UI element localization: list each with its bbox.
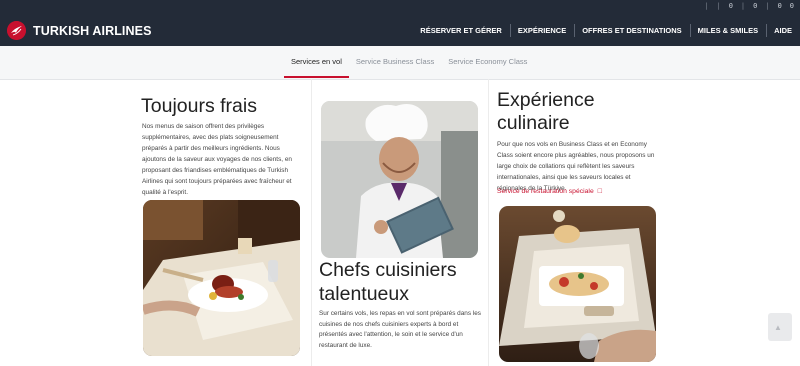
back-to-top-icon: ▲ [774, 323, 782, 332]
section-body-chefs: Sur certains vols, les repas en vol sont… [319, 310, 481, 350]
external-link-icon: □ [597, 188, 602, 195]
utility-separator: | [716, 2, 721, 10]
back-to-top-button[interactable]: ▲ [768, 313, 792, 341]
column-divider [311, 79, 312, 366]
utility-items: | | 0 | 0 | 0 0 [704, 2, 794, 10]
utility-separator: | [740, 2, 746, 10]
image-meal-tray-table [499, 206, 656, 362]
main-menu: RÉSERVER ET GÉRER EXPÉRIENCE OFFRES ET D… [412, 15, 800, 46]
turkish-airlines-logo-icon [7, 21, 26, 40]
tabs: Services en vol Service Business Class S… [284, 46, 534, 79]
section-title-fresh: Toujours frais [141, 95, 257, 117]
utility-bar: | | 0 | 0 | 0 0 [0, 0, 800, 15]
tab-business-class-service[interactable]: Service Business Class [349, 46, 441, 78]
image-chef-with-menu [321, 101, 478, 258]
utility-link[interactable]: 0 [778, 2, 782, 10]
utility-link[interactable]: 0 [753, 2, 757, 10]
main-nav: TURKISH AIRLINES RÉSERVER ET GÉRER EXPÉR… [0, 15, 800, 46]
special-meal-service-label: Service de restauration spéciale [497, 188, 594, 195]
section-title-culinary: Expérience culinaire [497, 89, 595, 134]
tab-inflight-services[interactable]: Services en vol [284, 46, 349, 78]
utility-link[interactable]: 0 [790, 2, 794, 10]
utility-separator: | [765, 2, 770, 10]
section-title-chefs: Chefs cuisiniers talentueux [319, 259, 457, 305]
utility-link[interactable]: 0 [729, 2, 733, 10]
image-plated-meal-cabin [143, 200, 300, 356]
menu-item-miles-smiles[interactable]: MILES & SMILES [689, 24, 766, 37]
special-meal-service-link[interactable]: Service de restauration spéciale □ [497, 188, 602, 195]
tab-economy-class-service[interactable]: Service Economy Class [441, 46, 534, 78]
menu-item-offers-destinations[interactable]: OFFRES ET DESTINATIONS [574, 24, 689, 37]
menu-item-help[interactable]: AIDE [766, 24, 800, 37]
section-body-culinary: Pour que nos vols en Business Class et e… [497, 141, 655, 192]
column-divider [488, 79, 489, 366]
section-body-fresh: Nos menus de saison offrent des privilèg… [142, 123, 292, 196]
logo-text: TURKISH AIRLINES [33, 23, 152, 38]
menu-item-book-manage[interactable]: RÉSERVER ET GÉRER [412, 26, 510, 35]
tab-bar: Services en vol Service Business Class S… [0, 46, 800, 80]
logo-link[interactable]: TURKISH AIRLINES [7, 21, 152, 40]
utility-separator: | [704, 2, 709, 10]
menu-item-experience[interactable]: EXPÉRIENCE [509, 24, 574, 37]
